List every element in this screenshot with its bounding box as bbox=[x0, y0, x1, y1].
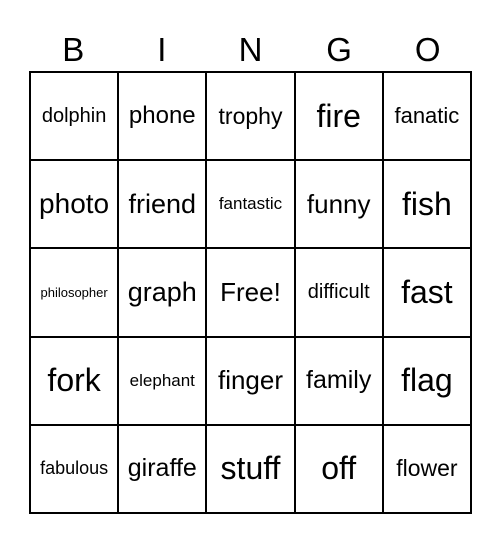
header-letter-n: N bbox=[238, 31, 263, 68]
bingo-cell[interactable]: finger bbox=[206, 336, 295, 425]
header-letter-o: O bbox=[414, 31, 441, 68]
bingo-cell[interactable]: dolphin bbox=[30, 72, 119, 161]
bingo-cell[interactable]: fantastic bbox=[206, 160, 295, 249]
bingo-cell[interactable]: giraffe bbox=[118, 424, 207, 513]
bingo-header: B I N G O bbox=[29, 28, 472, 72]
bingo-grid: dolphin phone trophy fire fanatic photo friend… bbox=[29, 71, 472, 514]
bingo-cell[interactable]: photo bbox=[30, 160, 119, 249]
bingo-cell[interactable]: fast bbox=[382, 248, 471, 337]
bingo-cell[interactable]: fire bbox=[294, 72, 383, 161]
bingo-cell[interactable]: fork bbox=[30, 336, 119, 425]
bingo-cell[interactable]: phone bbox=[118, 72, 207, 161]
bingo-cell[interactable]: elephant bbox=[118, 336, 207, 425]
bingo-cell[interactable]: flower bbox=[382, 424, 471, 513]
bingo-cell[interactable]: off bbox=[294, 424, 383, 513]
bingo-cell[interactable]: fish bbox=[382, 160, 471, 249]
bingo-cell[interactable]: friend bbox=[118, 160, 207, 249]
free-space-cell[interactable]: Free! bbox=[206, 248, 295, 337]
bingo-cell[interactable]: family bbox=[294, 336, 383, 425]
bingo-cell[interactable]: difficult bbox=[294, 248, 383, 337]
header-letter-b: B bbox=[62, 31, 85, 68]
bingo-cell[interactable]: funny bbox=[294, 160, 383, 249]
bingo-cell[interactable]: stuff bbox=[206, 424, 295, 513]
bingo-cell[interactable]: graph bbox=[118, 248, 207, 337]
bingo-cell[interactable]: trophy bbox=[206, 72, 295, 161]
bingo-cell[interactable]: fanatic bbox=[382, 72, 471, 161]
bingo-cell[interactable]: fabulous bbox=[30, 424, 119, 513]
header-letter-g: G bbox=[326, 31, 352, 68]
bingo-cell[interactable]: philosopher bbox=[30, 248, 119, 337]
bingo-cell[interactable]: flag bbox=[382, 336, 471, 425]
header-letter-i: I bbox=[157, 31, 167, 68]
